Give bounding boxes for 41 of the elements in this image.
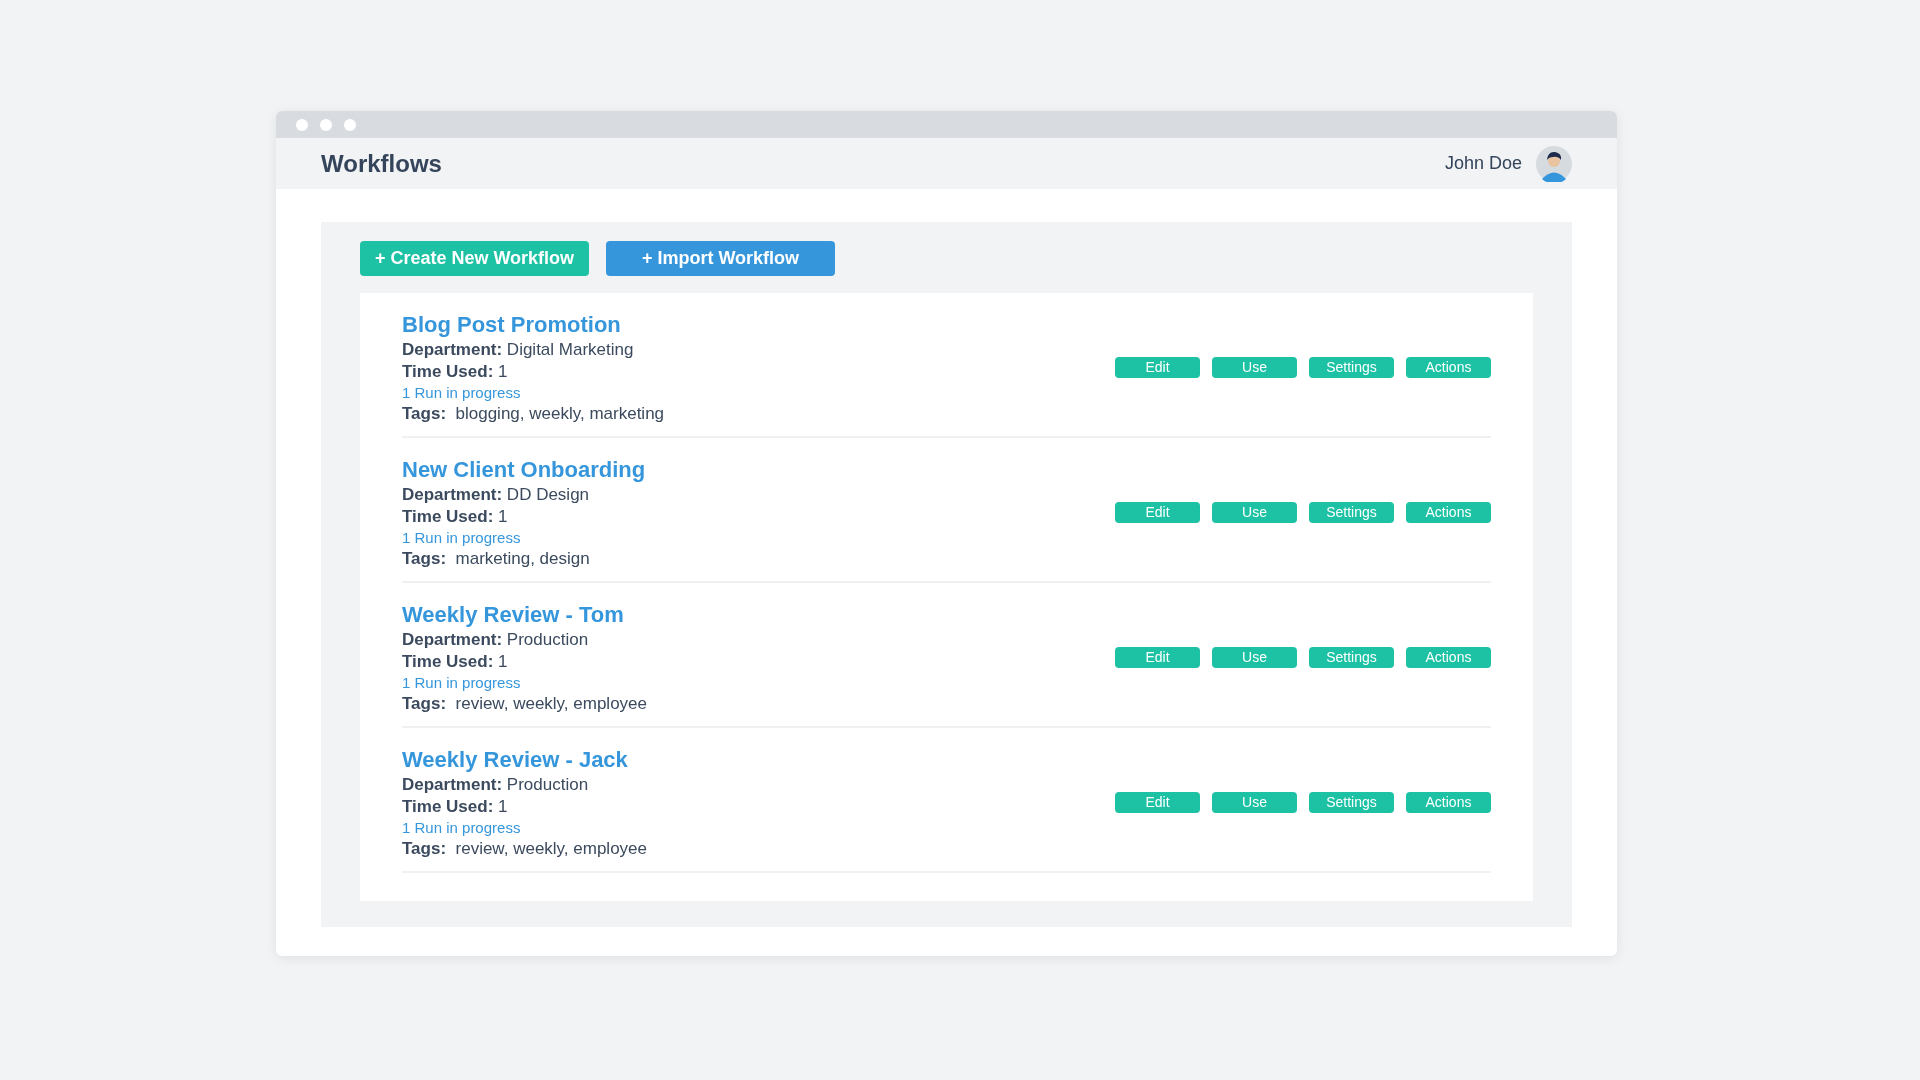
run-status-link[interactable]: 1 Run in progress <box>402 672 521 693</box>
toolbar-button[interactable]: + Create New Workflow <box>360 241 589 276</box>
avatar-icon[interactable] <box>1536 145 1572 182</box>
row-action-button[interactable]: Edit <box>1115 502 1200 523</box>
row-action-button[interactable]: Edit <box>1115 357 1200 378</box>
department-text: Department: Digital Marketing <box>402 338 634 361</box>
row-action-button[interactable]: Settings <box>1309 357 1394 378</box>
time-used-text: Time Used: 1 <box>402 505 508 528</box>
row-action-button[interactable]: Use <box>1212 647 1297 668</box>
department-text: Department: Production <box>402 773 589 796</box>
tags-text: Tags: blogging, weekly, marketing <box>402 402 665 425</box>
row-action-button[interactable]: Use <box>1212 502 1297 523</box>
row-action-button[interactable]: Actions <box>1406 502 1491 523</box>
run-status-link[interactable]: 1 Run in progress <box>402 382 521 403</box>
row-action-button[interactable]: Use <box>1212 792 1297 813</box>
run-status-link[interactable]: 1 Run in progress <box>402 527 521 548</box>
row-action-button[interactable]: Actions <box>1406 647 1491 668</box>
time-used-text: Time Used: 1 <box>402 650 508 673</box>
row-action-button[interactable]: Use <box>1212 357 1297 378</box>
tags-text: Tags: review, weekly, employee <box>402 692 647 715</box>
row-action-button[interactable]: Actions <box>1406 792 1491 813</box>
workflow-title[interactable]: Weekly Review - Tom <box>402 600 624 629</box>
workflow-title[interactable]: New Client Onboarding <box>402 455 646 484</box>
time-used-text: Time Used: 1 <box>402 795 508 818</box>
workflow-title[interactable]: Weekly Review - Jack <box>402 745 628 774</box>
tags-text: Tags: marketing, design <box>402 547 590 570</box>
row-action-button[interactable]: Edit <box>1115 647 1200 668</box>
row-action-button[interactable]: Settings <box>1309 502 1394 523</box>
department-text: Department: DD Design <box>402 483 590 506</box>
row-action-button[interactable]: Settings <box>1309 792 1394 813</box>
row-action-button[interactable]: Settings <box>1309 647 1394 668</box>
page-title: Workflows <box>321 148 442 179</box>
row-action-button[interactable]: Actions <box>1406 357 1491 378</box>
department-text: Department: Production <box>402 628 589 651</box>
tags-text: Tags: review, weekly, employee <box>402 837 647 860</box>
toolbar-button[interactable]: + Import Workflow <box>606 241 835 276</box>
workflow-title[interactable]: Blog Post Promotion <box>402 310 621 339</box>
time-used-text: Time Used: 1 <box>402 360 508 383</box>
user-name: John Doe <box>1444 152 1522 175</box>
row-action-button[interactable]: Edit <box>1115 792 1200 813</box>
run-status-link[interactable]: 1 Run in progress <box>402 817 521 838</box>
